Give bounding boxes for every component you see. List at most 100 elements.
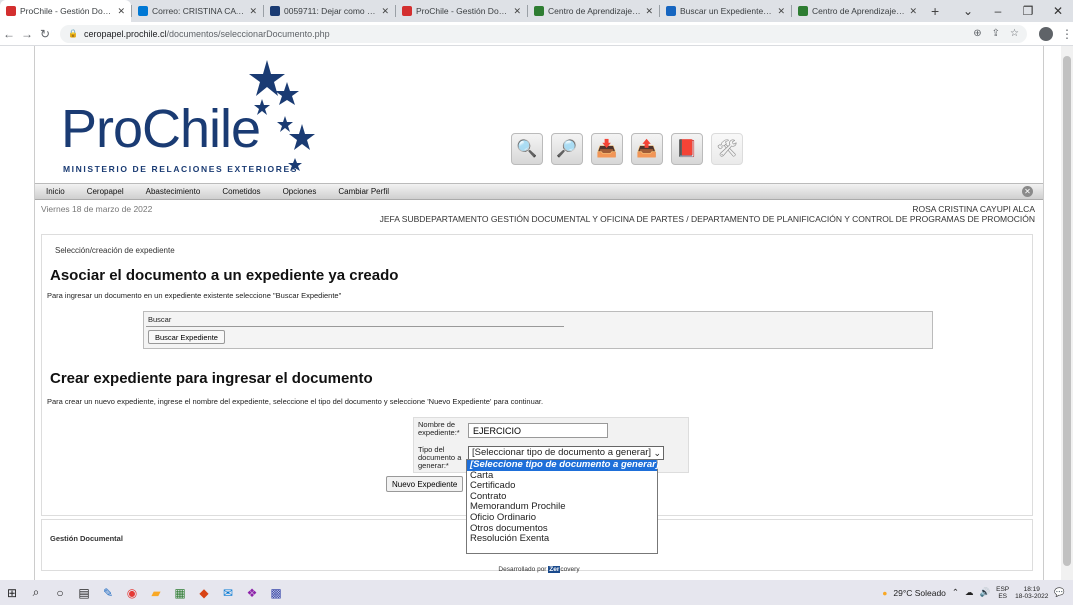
scroll-thumb[interactable] (1063, 56, 1071, 566)
clock[interactable]: 18:19 18-03-2022 (1015, 586, 1048, 600)
nav-item-cambiar-perfil[interactable]: Cambiar Perfil (327, 187, 400, 196)
outbox-icon[interactable]: 📤 (631, 133, 663, 165)
app-icon-2[interactable]: ◆ (192, 586, 216, 600)
site-frame: ProChile MINISTERIO DE RELACIONES EXTERI… (34, 46, 1044, 580)
app-icon-4[interactable]: ▩ (264, 586, 288, 600)
file-explorer-icon[interactable]: ▰ (144, 586, 168, 600)
windows-start-icon[interactable]: ⊞ (0, 586, 24, 600)
user-name: ROSA CRISTINA CAYUPI ALCA (912, 204, 1035, 214)
new-tab-icon[interactable]: + (923, 3, 947, 19)
tab-favicon-icon (138, 6, 148, 16)
url-field[interactable]: 🔒 ceropapel.prochile.cl/documentos/selec… (60, 24, 1027, 43)
taskbar-search-icon[interactable]: ⌕ (24, 585, 48, 600)
cortana-icon[interactable]: ○ (48, 586, 72, 600)
window-controls: ⌄ – ❐ ✕ (953, 0, 1073, 22)
tools-icon[interactable]: 🛠 (711, 133, 743, 165)
browser-menu-icon[interactable]: ⋮ (1061, 27, 1073, 41)
tipo-label: Tipo del documento a generar:* (418, 445, 462, 470)
tab-favicon-icon (798, 6, 808, 16)
tab-title: Correo: CRISTINA CAYUPI - Outl (152, 6, 245, 16)
advanced-search-icon[interactable]: 🔎 (551, 133, 583, 165)
weather-text[interactable]: 29°C Soleado (893, 588, 946, 598)
dropdown-option[interactable]: Resolución Exenta (467, 534, 657, 545)
browser-tab[interactable]: 0059711: Dejar como Reservado✕ (264, 0, 395, 22)
current-date: Viernes 18 de marzo de 2022 (41, 204, 153, 214)
chrome-icon[interactable]: ◉ (120, 586, 144, 600)
tab-favicon-icon (402, 6, 412, 16)
app-icon-3[interactable]: ❖ (240, 586, 264, 600)
tab-close-icon[interactable]: ✕ (777, 6, 785, 17)
dropdown-option[interactable]: [Seleccione tipo de documento a generar] (467, 459, 659, 471)
tab-title: ProChile - Gestión Documental (20, 6, 113, 16)
search-icon[interactable]: 🔍 (511, 133, 543, 165)
tab-close-icon[interactable]: ✕ (381, 6, 389, 17)
tab-title: 0059711: Dejar como Reservado (284, 6, 378, 16)
tipo-selected-value: [Seleccionar tipo de documento a generar… (472, 447, 652, 458)
back-icon[interactable]: ← (0, 27, 18, 41)
lock-icon: 🔒 (68, 29, 78, 38)
nav-item-abastecimiento[interactable]: Abastecimiento (135, 187, 212, 196)
tipo-documento-select[interactable]: [Seleccionar tipo de documento a generar… (468, 446, 664, 460)
brand-wordmark: ProChile (61, 99, 261, 159)
search-expediente-box: Buscar Buscar Expediente (143, 311, 933, 349)
tab-favicon-icon (6, 6, 16, 16)
search-label: Buscar (148, 315, 172, 324)
network-icon[interactable]: ☁ (965, 587, 974, 598)
browser-tab[interactable]: ProChile - Gestión Documental ✕ (0, 0, 131, 22)
tab-close-icon[interactable]: ✕ (117, 6, 125, 17)
toolbar-icons: 🔍 🔎 📥 📤 📕 🛠 (511, 133, 743, 165)
browser-tab-strip: ProChile - Gestión Documental✕Correo: CR… (0, 0, 1073, 22)
inbox-icon[interactable]: 📥 (591, 133, 623, 165)
nav-item-ceropapel[interactable]: Ceropapel (76, 187, 135, 196)
system-tray: ● 29°C Soleado ⌃ ☁ 🔊 ESP ES 18:19 18-03-20… (882, 586, 1073, 600)
browser-tab[interactable]: Buscar un Expediente en Ceropa ✕ (660, 0, 791, 22)
bookmark-star-icon[interactable]: ☆ (1010, 28, 1019, 39)
browser-tab[interactable]: Correo: CRISTINA CAYUPI - Outl ✕ (132, 0, 263, 22)
profile-avatar[interactable] (1039, 26, 1053, 41)
app-icon[interactable]: ✎ (96, 586, 120, 600)
credits-suffix: covery (560, 566, 580, 573)
zoom-icon[interactable]: ⊕ (973, 28, 981, 39)
credits-prefix: Desarrollado por (498, 566, 547, 573)
task-view-icon[interactable]: ▤ (72, 586, 96, 600)
nav-item-cometidos[interactable]: Cometidos (211, 187, 271, 196)
tab-close-icon[interactable]: ✕ (513, 6, 521, 17)
notifications-icon[interactable]: 💬 (1054, 587, 1065, 598)
nuevo-expediente-button[interactable]: Nuevo Expediente (386, 476, 464, 492)
tipo-documento-dropdown: [Seleccione tipo de documento a generar]… (466, 459, 659, 554)
zerocovery-logo[interactable]: Zer (548, 566, 561, 573)
browser-tab[interactable]: ProChile - Gestión Documental ✕ (396, 0, 527, 22)
tab-close-icon[interactable]: ✕ (249, 6, 257, 17)
nav-item-inicio[interactable]: Inicio (35, 187, 76, 196)
tab-favicon-icon (534, 6, 544, 16)
forward-icon[interactable]: → (18, 27, 36, 41)
tab-close-icon[interactable]: ✕ (645, 6, 653, 17)
tab-title: Centro de Aprendizaje - Ceropa (548, 6, 641, 16)
buscar-expediente-button[interactable]: Buscar Expediente (148, 330, 225, 344)
restore-button[interactable]: ❐ (1013, 4, 1043, 18)
tab-close-icon[interactable]: ✕ (909, 6, 917, 17)
tab-search-icon[interactable]: ⌄ (953, 4, 983, 18)
volume-icon[interactable]: 🔊 (980, 587, 991, 598)
binder-icon[interactable]: 📕 (671, 133, 703, 165)
browser-tab[interactable]: Centro de Aprendizaje - Ceropa ✕ (792, 0, 923, 22)
share-icon[interactable]: ⇪ (992, 28, 1000, 39)
dropdown-option[interactable]: Oficio Ordinario (467, 512, 657, 524)
prochile-logo: ProChile MINISTERIO DE RELACIONES EXTERI… (57, 54, 327, 179)
browser-tab[interactable]: Centro de Aprendizaje - Ceropa ✕ (528, 0, 659, 22)
section-title-create: Crear expediente para ingresar el docume… (50, 370, 373, 387)
nombre-expediente-input[interactable] (468, 423, 608, 438)
tray-chevron-icon[interactable]: ⌃ (952, 587, 959, 598)
reload-icon[interactable]: ↻ (36, 27, 54, 41)
nombre-label: Nombre de expediente:* (418, 420, 460, 437)
language-indicator[interactable]: ESP ES (996, 586, 1009, 600)
excel-icon[interactable]: ▦ (168, 586, 192, 600)
nav-item-opciones[interactable]: Opciones (272, 187, 328, 196)
outlook-icon[interactable]: ✉ (216, 586, 240, 600)
logout-icon[interactable]: ✕ (1022, 186, 1033, 197)
address-bar: ← → ↻ 🔒 ceropapel.prochile.cl/documentos… (0, 22, 1073, 46)
url-path: /documentos/seleccionarDocumento.php (166, 28, 330, 39)
page-scrollbar[interactable] (1061, 46, 1073, 580)
minimize-button[interactable]: – (983, 4, 1013, 18)
close-window-button[interactable]: ✕ (1043, 4, 1073, 18)
